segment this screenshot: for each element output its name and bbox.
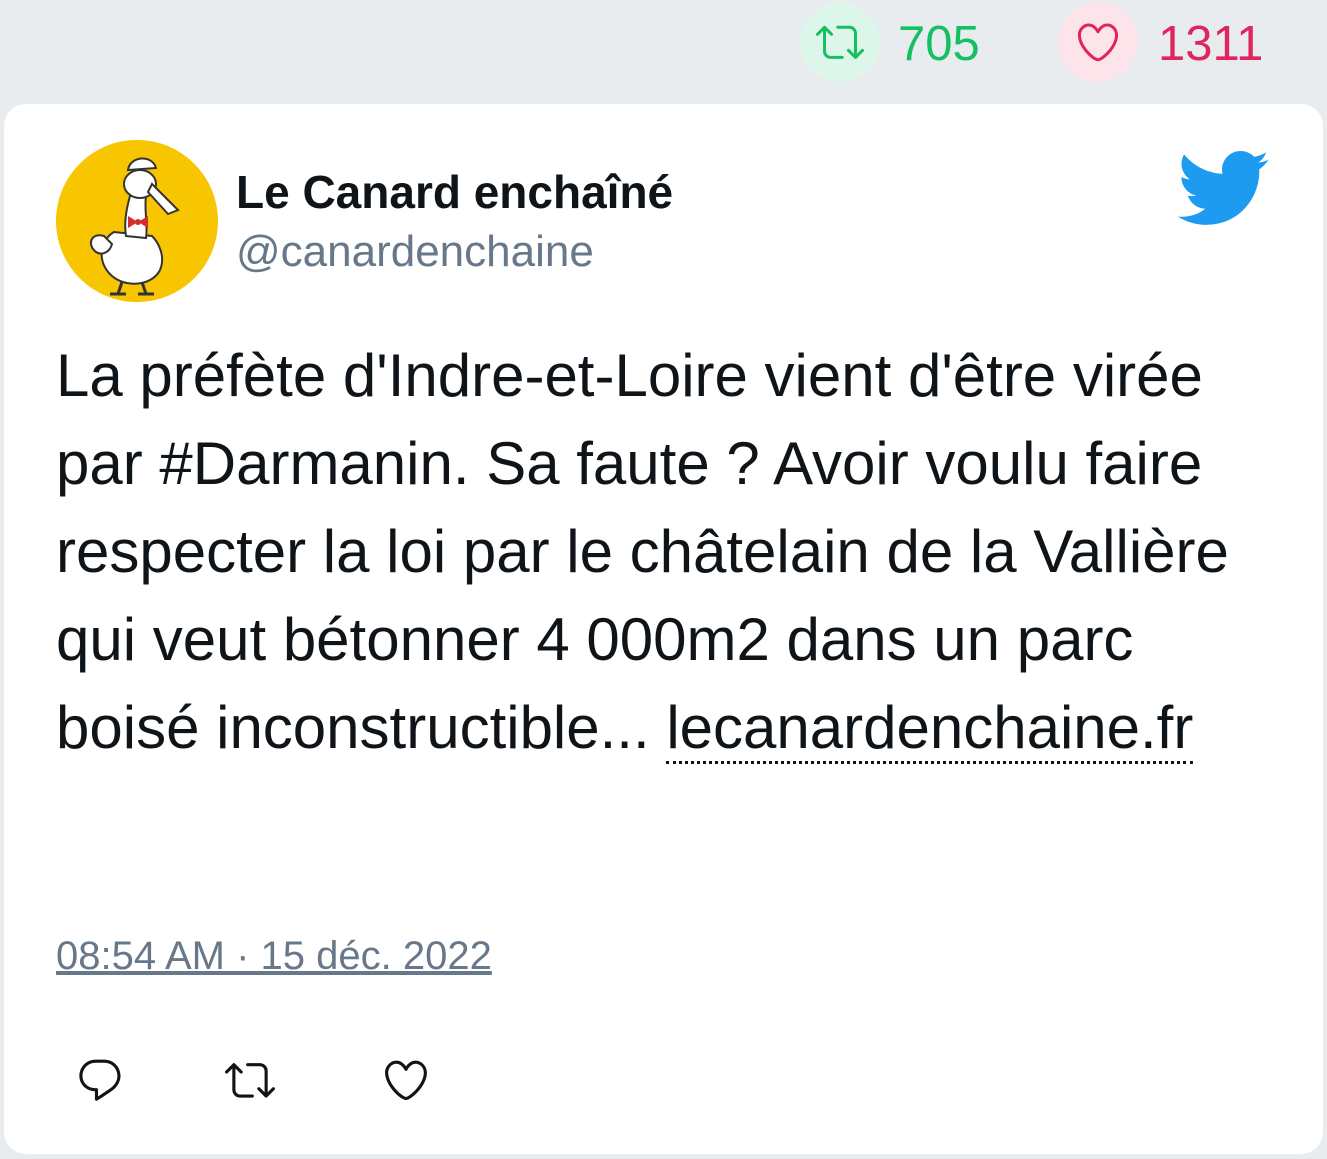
tweet-actions — [4, 1044, 604, 1124]
like-count: 1311 — [1158, 17, 1264, 71]
retweet-count: 705 — [898, 17, 980, 71]
twitter-bird-icon[interactable] — [1174, 148, 1270, 228]
like-stat-icon[interactable] — [1058, 2, 1138, 82]
heart-icon — [385, 1060, 427, 1101]
author-handle[interactable]: @canardenchaine — [236, 226, 594, 278]
tweet-text: La préfète d'Indre-et-Loire vient d'être… — [56, 332, 1276, 772]
reply-icon — [79, 1059, 121, 1101]
retweet-button[interactable] — [220, 1050, 280, 1110]
tweet-card: Le Canard enchaîné @canardenchaine La pr… — [4, 104, 1323, 1154]
heart-icon — [1077, 23, 1119, 62]
reply-button[interactable] — [70, 1050, 130, 1110]
author-avatar[interactable] — [56, 140, 218, 302]
engagement-stats: 705 1311 — [0, 0, 1327, 100]
duck-logo — [56, 140, 218, 302]
retweet-stat-icon[interactable] — [800, 2, 880, 82]
tweet-timestamp[interactable]: 08:54 AM · 15 déc. 2022 — [56, 932, 492, 980]
retweet-icon — [225, 1063, 275, 1098]
tweet-link[interactable]: lecanardenchaine.fr — [666, 694, 1194, 764]
retweet-icon — [816, 25, 864, 59]
author-name[interactable]: Le Canard enchaîné — [236, 164, 673, 220]
like-button[interactable] — [376, 1050, 436, 1110]
